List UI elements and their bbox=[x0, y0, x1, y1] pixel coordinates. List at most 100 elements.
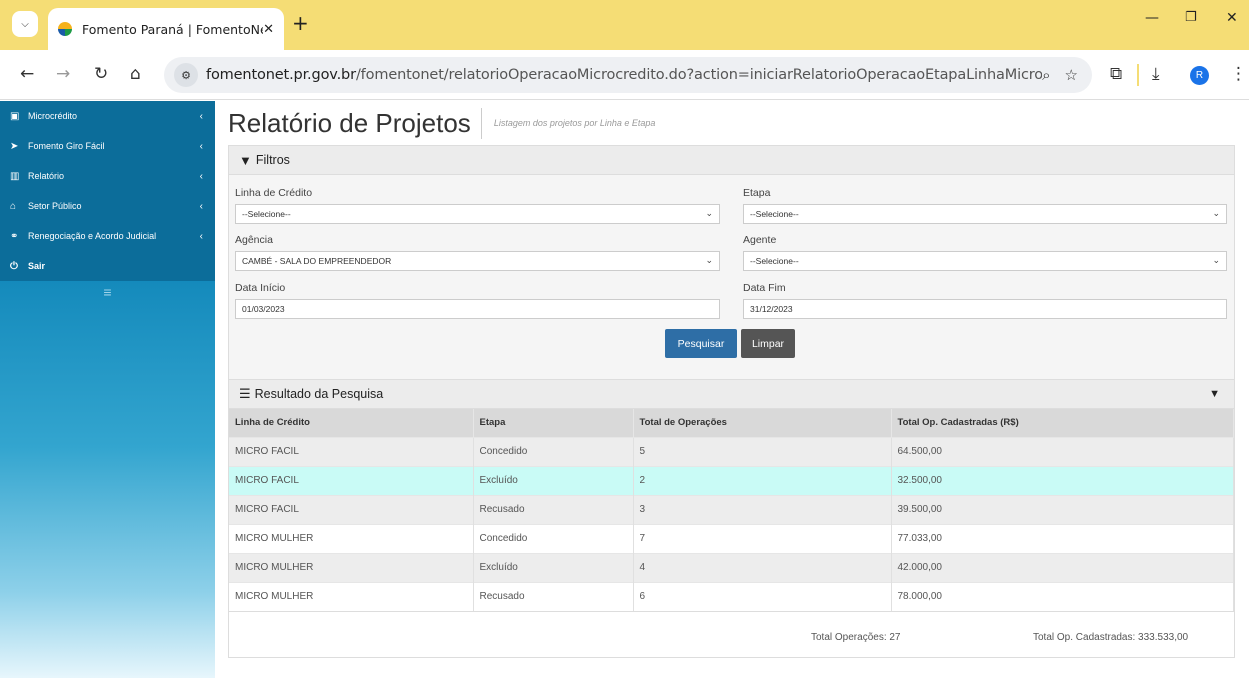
reload-icon[interactable]: ↻ bbox=[94, 64, 108, 84]
sidebar-item-microcredito[interactable]: ▣ Microcrédito ‹ bbox=[0, 101, 215, 131]
main-content: Relatório de Projetos Listagem dos proje… bbox=[228, 101, 1235, 394]
handshake-icon: ⚭ bbox=[10, 230, 19, 242]
filters-title: Filtros bbox=[255, 153, 290, 167]
bank-icon: ⌂ bbox=[10, 200, 17, 212]
sidebar-item-relatorio[interactable]: ▥ Relatório ‹ bbox=[0, 161, 215, 191]
profile-avatar[interactable]: R bbox=[1190, 66, 1209, 85]
sidebar-item-label: Microcrédito bbox=[28, 111, 78, 121]
agencia-label: Agência bbox=[235, 234, 273, 246]
chevron-left-icon: ‹ bbox=[199, 230, 203, 242]
results-panel: ☰ Resultado da Pesquisa ▼ Linha de Crédi… bbox=[228, 379, 1235, 658]
address-bar[interactable]: ⚙ fomentonet.pr.gov.br/fomentonet/relato… bbox=[164, 57, 1092, 93]
filters-form: Linha de Crédito --Selecione-- ⌄ Etapa -… bbox=[229, 175, 1234, 393]
agente-select[interactable]: --Selecione-- ⌄ bbox=[743, 251, 1227, 271]
agencia-select[interactable]: CAMBÉ - SALA DO EMPREENDEDOR ⌄ bbox=[235, 251, 720, 271]
table-cell: 7 bbox=[633, 523, 892, 553]
table-row[interactable]: MICRO FACIL Concedido 5 64.500,00 bbox=[229, 436, 1234, 466]
table-cell: Excluído bbox=[473, 552, 634, 582]
results-totals: Total Operações: 27 Total Op. Cadastrada… bbox=[229, 611, 1234, 657]
filters-panel: ▼ Filtros Linha de Crédito --Selecione--… bbox=[228, 145, 1235, 394]
back-icon[interactable]: ← bbox=[20, 64, 34, 84]
restore-icon[interactable]: ❐ bbox=[1185, 10, 1197, 25]
browser-toolbar: ← → ↻ ⌂ ⚙ fomentonet.pr.gov.br/fomentone… bbox=[0, 50, 1249, 100]
filter-toggle-icon[interactable]: ▼ bbox=[1209, 388, 1220, 400]
chevron-down-icon: ⌄ bbox=[705, 255, 713, 265]
url-text: fomentonet.pr.gov.br/fomentonet/relatori… bbox=[206, 67, 1043, 83]
bar-chart-icon: ▥ bbox=[10, 170, 20, 182]
clear-button[interactable]: Limpar bbox=[741, 329, 795, 358]
table-row[interactable]: MICRO MULHER Excluído 4 42.000,00 bbox=[229, 552, 1234, 582]
sidebar: ▣ Microcrédito ‹ ➤ Fomento Giro Fácil ‹ … bbox=[0, 101, 215, 678]
sidebar-menu: ▣ Microcrédito ‹ ➤ Fomento Giro Fácil ‹ … bbox=[0, 101, 215, 281]
browser-tab-strip: ⌵ Fomento Paraná | FomentoNet ✕ + — ❐ ✕ bbox=[0, 0, 1249, 50]
sidebar-item-fomento-giro-facil[interactable]: ➤ Fomento Giro Fácil ‹ bbox=[0, 131, 215, 161]
results-heading-left: ☰ Resultado da Pesquisa bbox=[239, 386, 383, 402]
table-cell: 64.500,00 bbox=[891, 436, 1234, 466]
browser-tab[interactable]: Fomento Paraná | FomentoNet ✕ bbox=[48, 8, 284, 50]
sidebar-item-label: Renegociação e Acordo Judicial bbox=[28, 231, 157, 241]
etapa-value: --Selecione-- bbox=[750, 209, 799, 219]
menu-kebab-icon[interactable]: ⋮ bbox=[1230, 64, 1247, 84]
results-table: Linha de Crédito Etapa Total de Operaçõe… bbox=[229, 409, 1234, 611]
chevron-down-icon: ⌵ bbox=[21, 18, 29, 30]
power-icon: ⏻ bbox=[10, 260, 18, 272]
sidebar-item-renegociacao[interactable]: ⚭ Renegociação e Acordo Judicial ‹ bbox=[0, 221, 215, 251]
close-window-icon[interactable]: ✕ bbox=[1226, 10, 1238, 26]
new-tab-icon[interactable]: + bbox=[292, 13, 309, 33]
table-cell: 77.033,00 bbox=[891, 523, 1234, 553]
filter-icon: ▼ bbox=[239, 152, 252, 168]
chevron-left-icon: ‹ bbox=[199, 200, 203, 212]
search-button[interactable]: Pesquisar bbox=[665, 329, 737, 358]
linha-credito-value: --Selecione-- bbox=[242, 209, 291, 219]
sidebar-item-label: Setor Público bbox=[28, 201, 82, 211]
table-row[interactable]: MICRO MULHER Recusado 6 78.000,00 bbox=[229, 581, 1234, 611]
table-cell: MICRO MULHER bbox=[229, 523, 474, 553]
table-cell: Recusado bbox=[473, 581, 634, 611]
table-row[interactable]: MICRO FACIL Recusado 3 39.500,00 bbox=[229, 494, 1234, 524]
column-header[interactable]: Etapa bbox=[473, 409, 634, 437]
data-fim-input[interactable]: 31/12/2023 bbox=[743, 299, 1227, 319]
chevron-left-icon: ‹ bbox=[199, 170, 203, 182]
download-icon[interactable]: ⤓ bbox=[1152, 64, 1160, 84]
sidebar-toggle-icon[interactable]: ≡ bbox=[0, 281, 215, 303]
column-header[interactable]: Linha de Crédito bbox=[229, 409, 474, 437]
site-favicon-icon bbox=[58, 22, 72, 36]
chevron-down-icon: ⌄ bbox=[1212, 255, 1220, 265]
table-header-row: Linha de Crédito Etapa Total de Operaçõe… bbox=[229, 409, 1234, 437]
etapa-label: Etapa bbox=[743, 187, 771, 199]
page-header: Relatório de Projetos Listagem dos proje… bbox=[228, 101, 1235, 145]
sidebar-item-setor-publico[interactable]: ⌂ Setor Público ‹ bbox=[0, 191, 215, 221]
extensions-icon[interactable]: ⧉ bbox=[1110, 64, 1122, 84]
table-cell: 5 bbox=[633, 436, 892, 466]
agente-value: --Selecione-- bbox=[750, 256, 799, 266]
table-row[interactable]: MICRO MULHER Concedido 7 77.033,00 bbox=[229, 523, 1234, 553]
table-cell: Concedido bbox=[473, 436, 634, 466]
column-header[interactable]: Total de Operações bbox=[633, 409, 892, 437]
chevron-left-icon: ‹ bbox=[199, 140, 203, 152]
data-fim-label: Data Fim bbox=[743, 282, 786, 294]
sidebar-item-sair[interactable]: ⏻ Sair bbox=[0, 251, 215, 281]
table-cell: MICRO FACIL bbox=[229, 465, 474, 495]
forward-icon[interactable]: → bbox=[56, 64, 70, 84]
data-inicio-input[interactable]: 01/03/2023 bbox=[235, 299, 720, 319]
close-tab-icon[interactable]: ✕ bbox=[263, 22, 274, 37]
chevron-down-icon: ⌄ bbox=[705, 208, 713, 218]
home-icon[interactable]: ⌂ bbox=[130, 64, 141, 84]
etapa-select[interactable]: --Selecione-- ⌄ bbox=[743, 204, 1227, 224]
table-cell: 78.000,00 bbox=[891, 581, 1234, 611]
minimize-icon[interactable]: — bbox=[1145, 10, 1159, 26]
money-icon: ▣ bbox=[10, 110, 20, 122]
column-header[interactable]: Total Op. Cadastradas (R$) bbox=[891, 409, 1234, 437]
zoom-icon[interactable]: ⌕ bbox=[1042, 66, 1050, 84]
agente-label: Agente bbox=[743, 234, 777, 246]
data-fim-value: 31/12/2023 bbox=[750, 304, 793, 314]
table-cell: MICRO MULHER bbox=[229, 552, 474, 582]
table-cell: 39.500,00 bbox=[891, 494, 1234, 524]
agencia-value: CAMBÉ - SALA DO EMPREENDEDOR bbox=[242, 256, 392, 266]
tab-search-button[interactable]: ⌵ bbox=[12, 11, 38, 37]
site-info-icon[interactable]: ⚙ bbox=[174, 63, 198, 87]
bookmark-star-icon[interactable]: ☆ bbox=[1065, 66, 1078, 84]
linha-credito-select[interactable]: --Selecione-- ⌄ bbox=[235, 204, 720, 224]
sidebar-item-label: Relatório bbox=[28, 171, 65, 181]
table-row[interactable]: MICRO FACIL Excluído 2 32.500,00 bbox=[229, 465, 1234, 495]
